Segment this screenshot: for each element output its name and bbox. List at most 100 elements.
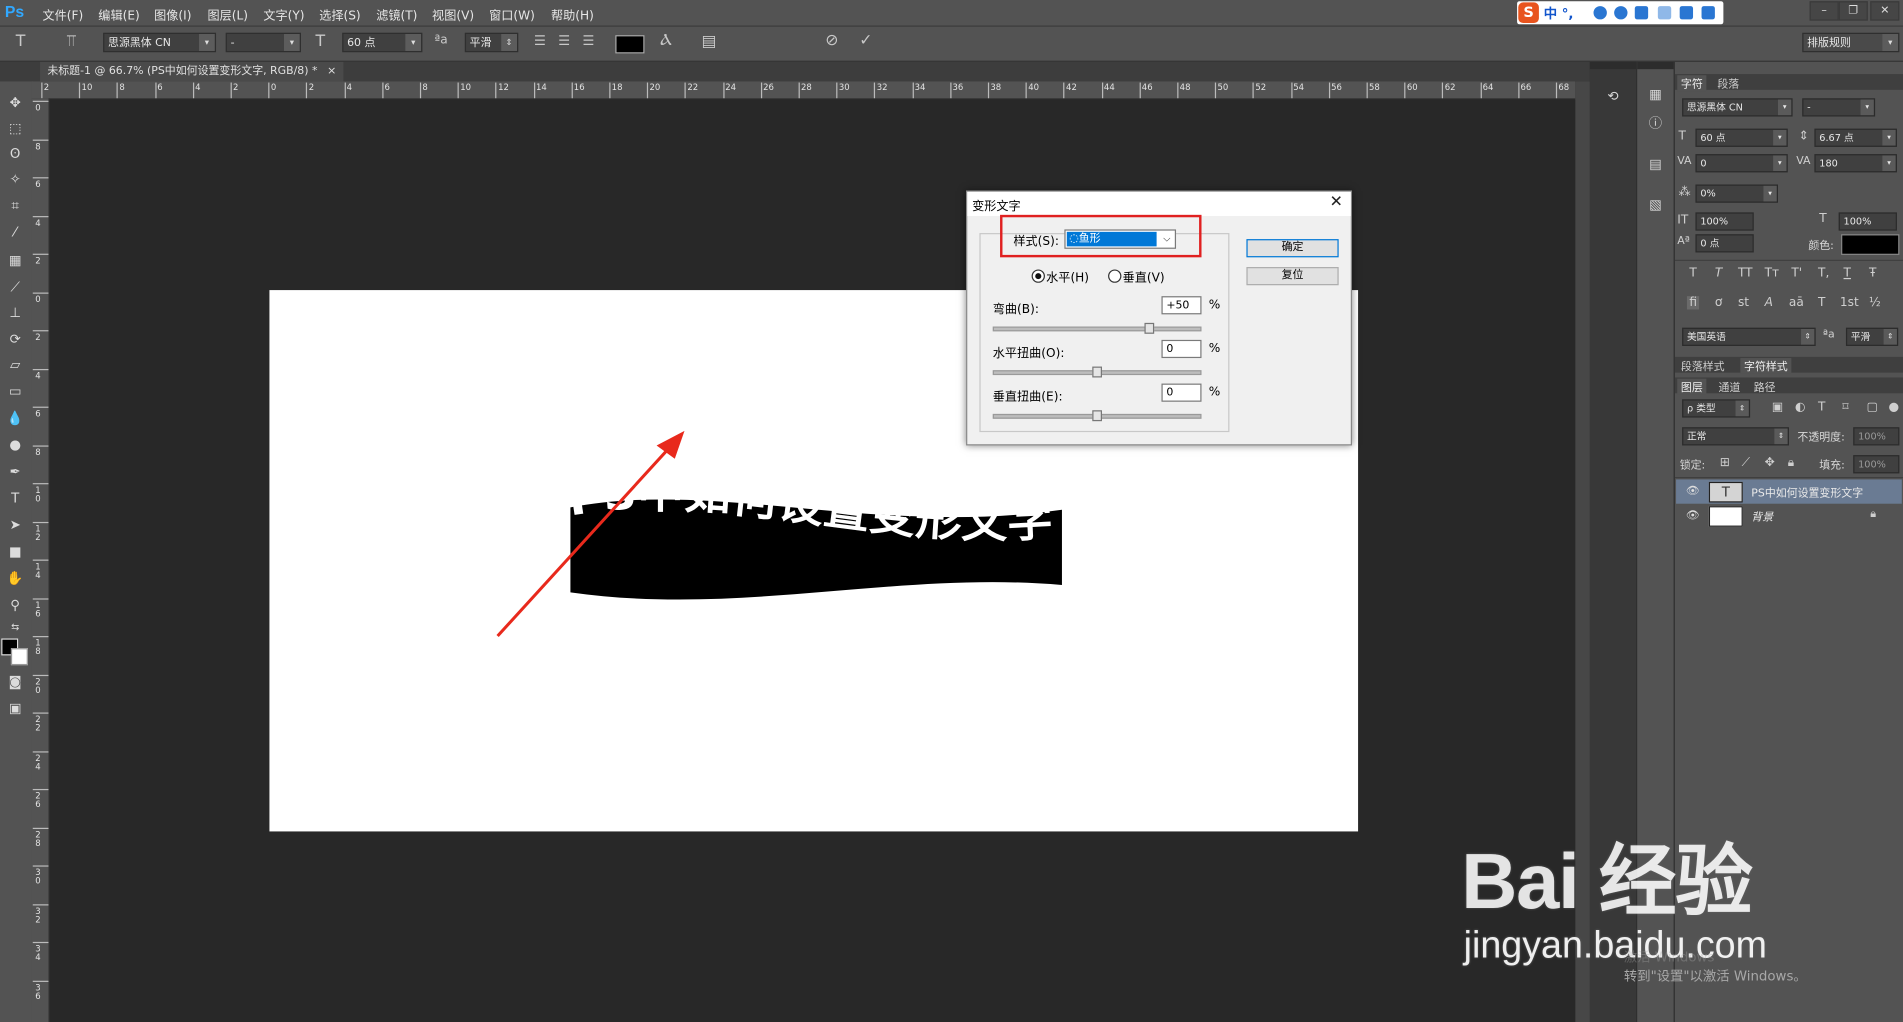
char-tracking-select[interactable]: 180 ▾ (1814, 154, 1897, 173)
bend-slider-track[interactable] (992, 326, 1202, 332)
faux-bold-button[interactable]: T (1689, 267, 1696, 280)
opacity-input[interactable]: 100% (1853, 427, 1900, 446)
activation-text: 转到"设置"以激活 Windows。 (1623, 968, 1807, 985)
layer-name[interactable]: 背景 (1751, 509, 1773, 524)
info-icon[interactable]: ⓘ (1647, 115, 1664, 132)
reset-button[interactable]: 复位 (1246, 267, 1339, 286)
filter-adjustment-icon[interactable]: ◐ (1795, 401, 1806, 414)
tab-paths[interactable]: 路径 (1750, 379, 1779, 394)
visibility-eye-icon[interactable]: 👁︎ (1686, 486, 1700, 498)
char-baseline-shift-input[interactable]: 0 点 (1695, 234, 1754, 253)
horizontal-label[interactable]: 水平(H) (1046, 267, 1089, 285)
tab-paragraph-styles[interactable]: 段落样式 (1677, 358, 1728, 374)
tab-paragraph[interactable]: 段落 (1714, 75, 1743, 91)
char-font-family-select[interactable]: 思源黑体 CN ▾ (1682, 98, 1793, 117)
layer-row-background[interactable]: 👁︎ 背景 🔒︎ (1676, 504, 1902, 528)
char-proportional-spacing-select[interactable]: 0% ▾ (1695, 184, 1778, 203)
ligatures-button[interactable]: fi (1686, 296, 1700, 310)
char-font-style-select[interactable]: - ▾ (1802, 98, 1876, 117)
vertical-radio[interactable] (1108, 269, 1122, 283)
filter-pixel-icon[interactable]: ▣ (1772, 401, 1783, 414)
char-leading-select[interactable]: 6.67 点 ▾ (1814, 128, 1897, 147)
layers-panel-header: 图层 通道 路径 (1674, 377, 1903, 395)
dialog-close-icon[interactable]: ✕ (1327, 193, 1346, 212)
keyboard-icon[interactable] (1634, 6, 1649, 20)
font-style-buttons: T T TT Tт T' T, T Ŧ (1685, 267, 1901, 284)
layer-row-text[interactable]: 👁︎ T PS中如何设置变形文字 (1676, 479, 1902, 504)
tab-character-styles[interactable]: 字符样式 (1740, 358, 1792, 374)
properties-icon[interactable]: ▧ (1647, 197, 1664, 214)
emoji-icon[interactable] (1593, 6, 1607, 20)
chevron-down-icon: ⇕ (1735, 400, 1749, 417)
strikethrough-button[interactable]: Ŧ (1869, 267, 1876, 280)
small-caps-button[interactable]: Tт (1765, 267, 1779, 280)
char-kerning-select[interactable]: 0 ▾ (1695, 154, 1788, 173)
underline-button[interactable]: T (1844, 267, 1851, 280)
ordinals-button[interactable]: 1st (1840, 296, 1859, 309)
subscript-button[interactable]: T, (1818, 267, 1829, 280)
titling-alternates-button[interactable]: T (1818, 296, 1825, 309)
baseline-shift-icon: Aª (1677, 235, 1690, 248)
fractions-button[interactable]: ½ (1869, 296, 1881, 309)
char-vertical-scale-input[interactable]: 100% (1695, 212, 1754, 231)
antialias-icon: ªa (1822, 328, 1835, 342)
bend-input[interactable]: +50 (1161, 296, 1202, 315)
faux-italic-button[interactable]: T (1715, 267, 1722, 280)
bend-slider-thumb[interactable] (1143, 322, 1154, 334)
fill-input[interactable]: 100% (1853, 455, 1900, 474)
restore-icon[interactable]: ❐ (1838, 1, 1868, 21)
user-icon[interactable] (1657, 6, 1672, 20)
minimize-icon[interactable]: – (1809, 1, 1839, 21)
vertical-label[interactable]: 垂直(V) (1123, 267, 1165, 285)
bend-label: 弯曲(B): (992, 303, 1039, 317)
horizontal-radio[interactable] (1031, 269, 1045, 283)
history-icon[interactable]: ⟲ (1604, 89, 1621, 106)
horizontal-distortion-percent: % (1208, 342, 1221, 356)
toolbox-icon[interactable] (1701, 6, 1715, 20)
lock-transparent-icon[interactable]: ⊞ (1720, 456, 1730, 469)
layer-name[interactable]: PS中如何设置变形文字 (1751, 484, 1863, 500)
char-color-swatch[interactable] (1841, 234, 1900, 255)
chevron-down-icon: ⇕ (1774, 428, 1788, 445)
char-antialias-select[interactable]: 平滑 ⇕ (1845, 327, 1899, 346)
tab-character[interactable]: 字符 (1677, 75, 1707, 92)
filter-smart-object-icon[interactable]: ▢ (1867, 401, 1878, 414)
swatches-icon[interactable]: ▤ (1647, 157, 1664, 174)
all-caps-button[interactable]: TT (1738, 267, 1753, 280)
photoshop-window: Ps 文件(F) 编辑(E) 图像(I) 图层(L) 文字(Y) 选择(S) 滤… (0, 0, 1903, 1022)
horizontal-distortion-input[interactable]: 0 (1161, 339, 1202, 359)
lock-all-icon[interactable]: 🔒︎ (1788, 456, 1794, 469)
ok-button[interactable]: 确定 (1246, 239, 1339, 258)
char-size-select[interactable]: 60 点 ▾ (1695, 128, 1788, 147)
workspace-select[interactable]: 排版规则 ▾ (1802, 32, 1900, 53)
vertical-distortion-slider-thumb[interactable] (1092, 410, 1102, 422)
color-icon[interactable]: ▦ (1647, 86, 1664, 103)
vertical-distortion-input[interactable]: 0 (1161, 383, 1202, 402)
close-icon[interactable]: ✕ (1870, 1, 1900, 21)
lock-image-icon[interactable]: ⟋ (1742, 456, 1750, 469)
superscript-button[interactable]: T' (1791, 267, 1802, 280)
lock-position-icon[interactable]: ✥ (1765, 456, 1775, 469)
tsume-icon: ⁂ (1678, 185, 1691, 200)
stylistic-alternates-button[interactable]: aā (1789, 296, 1804, 309)
filter-toggle-icon[interactable]: ● (1888, 401, 1899, 414)
dialog-titlebar[interactable]: 变形文字 ✕ (967, 191, 1351, 217)
layer-filter-select[interactable]: ρ 类型 ⇕ (1682, 399, 1751, 418)
skin-icon[interactable] (1679, 6, 1694, 20)
discretionary-ligatures-button[interactable]: st (1738, 296, 1749, 309)
swash-button[interactable]: A (1765, 296, 1773, 309)
language-select[interactable]: 美国英语 ⇕ (1682, 327, 1816, 346)
filter-type-icon[interactable]: T (1818, 401, 1825, 414)
horizontal-distortion-slider-thumb[interactable] (1092, 366, 1102, 378)
separator (1674, 259, 1903, 261)
char-horizontal-scale-input[interactable]: 100% (1838, 212, 1897, 231)
chevron-down-icon: ⇕ (1801, 328, 1815, 345)
visibility-eye-icon[interactable]: 👁︎ (1686, 510, 1700, 522)
tab-channels[interactable]: 通道 (1715, 379, 1744, 394)
char-color-label: 颜色: (1808, 240, 1834, 253)
microphone-icon[interactable] (1614, 6, 1628, 20)
filter-shape-icon[interactable]: ⌑ (1842, 401, 1848, 414)
blend-mode-select[interactable]: 正常 ⇕ (1682, 427, 1789, 446)
old-style-button[interactable]: ơ (1715, 296, 1722, 309)
tab-layers[interactable]: 图层 (1677, 378, 1707, 395)
